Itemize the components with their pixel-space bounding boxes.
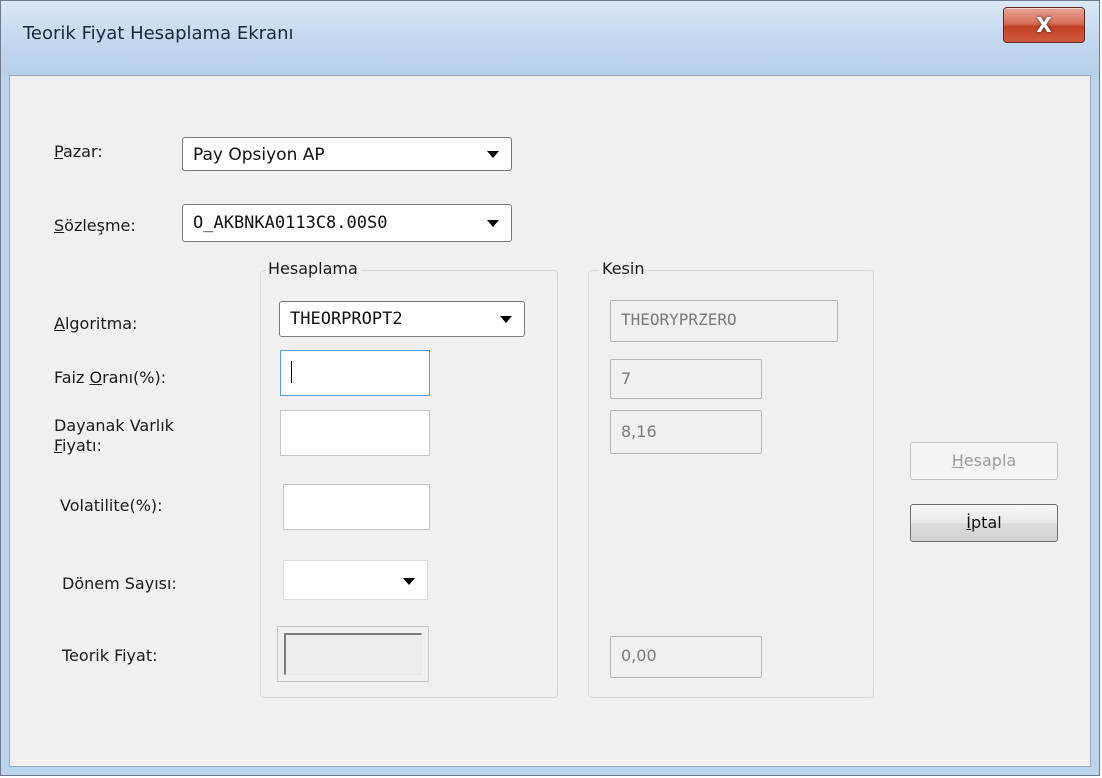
kesin-faiz-field: 7	[610, 359, 762, 399]
chevron-down-icon	[500, 316, 512, 323]
dialog-client-area: Pazar: Pay Opsiyon AP Sözleşme: O_AKBNKA…	[9, 75, 1091, 767]
volatilite-input[interactable]	[283, 484, 430, 530]
kesin-dayanak-value: 8,16	[621, 422, 657, 441]
volatilite-label: Volatilite(%):	[60, 496, 163, 515]
teorik-output	[277, 626, 429, 682]
kesin-teorik-field: 0,00	[610, 636, 762, 678]
dialog-window: Teorik Fiyat Hesaplama Ekranı X Pazar: P…	[0, 0, 1100, 776]
chevron-down-icon	[403, 578, 415, 585]
donem-dropdown[interactable]	[283, 560, 428, 600]
window-title: Teorik Fiyat Hesaplama Ekranı	[23, 23, 294, 44]
algoritma-dropdown[interactable]: THEORPROPT2	[279, 301, 525, 337]
kesin-dayanak-field: 8,16	[610, 410, 762, 454]
hesaplama-group-title: Hesaplama	[265, 259, 361, 279]
teorik-output-well	[284, 633, 422, 675]
chevron-down-icon	[487, 220, 499, 227]
kesin-group-title: Kesin	[599, 259, 648, 279]
faiz-input[interactable]	[280, 350, 430, 396]
sozlesme-label: Sözleşme:	[54, 216, 136, 235]
kesin-teorik-value: 0,00	[621, 646, 657, 665]
dayanak-label: Dayanak Varlık Fiyatı:	[54, 416, 174, 455]
pazar-label: Pazar:	[54, 142, 103, 161]
sozlesme-value: O_AKBNKA0113C8.00S0	[193, 213, 388, 233]
pazar-value: Pay Opsiyon AP	[193, 145, 325, 165]
close-icon: X	[1036, 13, 1052, 37]
iptal-button[interactable]: İptal	[910, 504, 1058, 542]
title-bar[interactable]: Teorik Fiyat Hesaplama Ekranı X	[1, 1, 1099, 75]
kesin-faiz-value: 7	[621, 369, 632, 388]
chevron-down-icon	[487, 151, 499, 158]
kesin-algoritma-value: THEORYPRZERO	[621, 310, 737, 329]
dayanak-input[interactable]	[280, 410, 430, 456]
donem-label: Dönem Sayısı:	[62, 574, 177, 593]
kesin-algoritma-field: THEORYPRZERO	[610, 300, 838, 342]
algoritma-value: THEORPROPT2	[290, 309, 403, 329]
close-button[interactable]: X	[1003, 7, 1085, 43]
teorik-label: Teorik Fiyat:	[62, 646, 158, 665]
hesapla-button[interactable]: Hesapla	[910, 442, 1058, 480]
algoritma-label: Algoritma:	[54, 314, 138, 333]
text-caret	[291, 361, 292, 383]
faiz-label: Faiz Oranı(%):	[54, 368, 167, 387]
sozlesme-dropdown[interactable]: O_AKBNKA0113C8.00S0	[182, 204, 512, 242]
pazar-dropdown[interactable]: Pay Opsiyon AP	[182, 137, 512, 171]
